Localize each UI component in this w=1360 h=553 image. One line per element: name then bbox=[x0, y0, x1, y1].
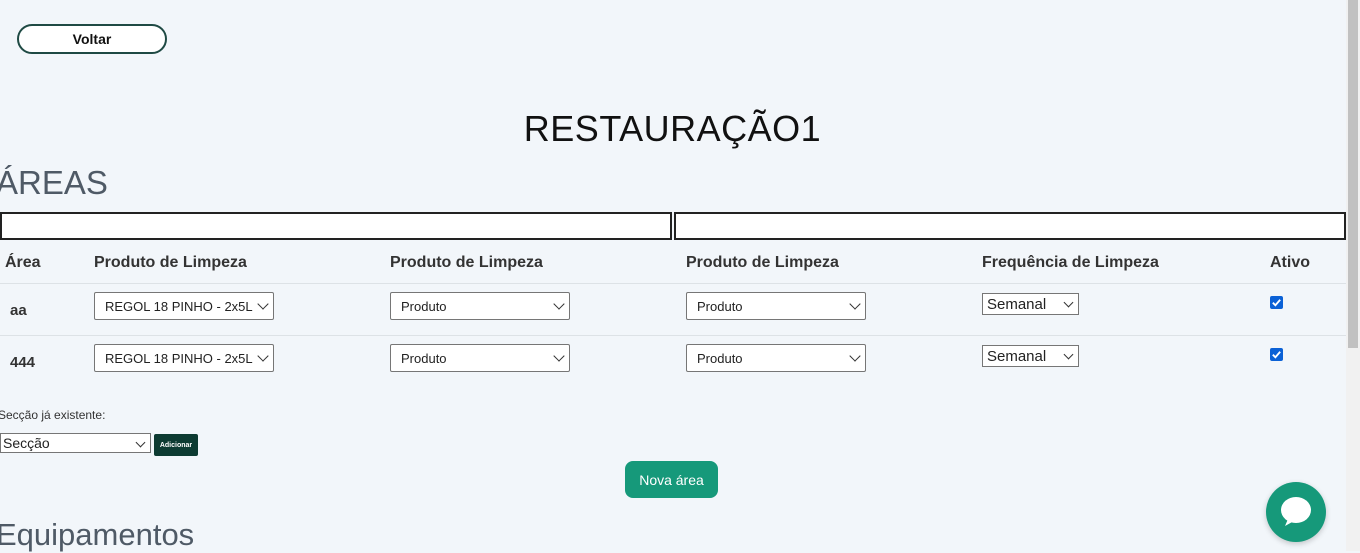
ativo-checkbox[interactable] bbox=[1270, 348, 1283, 361]
existing-section-label: Secção já existente: bbox=[0, 408, 106, 422]
section-select[interactable]: Secção bbox=[0, 433, 151, 453]
row-divider bbox=[0, 335, 1346, 336]
chat-bubble-icon bbox=[1281, 497, 1311, 526]
chevron-down-icon bbox=[553, 350, 565, 362]
header-ativo: Ativo bbox=[1270, 254, 1310, 271]
produto-select-1[interactable]: REGOL 18 PINHO - 2x5L bbox=[94, 292, 274, 320]
chevron-down-icon bbox=[135, 437, 146, 448]
checkmark-icon bbox=[1272, 299, 1281, 307]
row-divider bbox=[0, 283, 1346, 284]
produto-select-value: Produto bbox=[401, 350, 447, 366]
areas-tab-bar bbox=[0, 212, 1346, 240]
header-area: Área bbox=[5, 254, 41, 271]
produto-select-3[interactable]: Produto bbox=[686, 292, 866, 320]
produto-select-1[interactable]: REGOL 18 PINHO - 2x5L bbox=[94, 344, 274, 372]
tab-box-left[interactable] bbox=[0, 212, 672, 240]
frequencia-select[interactable]: Semanal bbox=[982, 293, 1079, 315]
areas-title: ÁREAS bbox=[0, 164, 108, 201]
produto-select-value: REGOL 18 PINHO - 2x5L bbox=[105, 350, 253, 366]
header-produto-2: Produto de Limpeza bbox=[390, 254, 543, 271]
produto-select-value: Produto bbox=[401, 298, 447, 314]
frequencia-select-value: Semanal bbox=[987, 347, 1047, 365]
produto-select-2[interactable]: Produto bbox=[390, 292, 570, 320]
header-produto-3: Produto de Limpeza bbox=[686, 254, 839, 271]
chevron-down-icon bbox=[257, 298, 269, 310]
produto-select-3[interactable]: Produto bbox=[686, 344, 866, 372]
produto-select-value: Produto bbox=[697, 298, 743, 314]
chevron-down-icon bbox=[257, 350, 269, 362]
frequencia-select-value: Semanal bbox=[987, 295, 1047, 313]
area-name-cell: 444 bbox=[10, 354, 36, 371]
checkmark-icon bbox=[1272, 351, 1281, 359]
section-select-value: Secção bbox=[3, 435, 50, 451]
produto-select-value: Produto bbox=[697, 350, 743, 366]
header-frequencia: Frequência de Limpeza bbox=[982, 254, 1159, 271]
chevron-down-icon bbox=[849, 350, 861, 362]
new-area-button[interactable]: Nova área bbox=[625, 461, 718, 498]
chevron-down-icon bbox=[1063, 297, 1074, 308]
header-produto-1: Produto de Limpeza bbox=[94, 254, 247, 271]
chevron-down-icon bbox=[849, 298, 861, 310]
chevron-down-icon bbox=[1063, 349, 1074, 360]
add-section-button[interactable]: Adicionar bbox=[154, 434, 198, 456]
tab-box-right[interactable] bbox=[674, 212, 1346, 240]
scrollbar-thumb[interactable] bbox=[1348, 0, 1358, 348]
chevron-down-icon bbox=[553, 298, 565, 310]
ativo-checkbox[interactable] bbox=[1270, 296, 1283, 309]
equipment-title: Equipamentos bbox=[0, 517, 195, 552]
area-name-cell: aa bbox=[10, 302, 27, 319]
produto-select-2[interactable]: Produto bbox=[390, 344, 570, 372]
page-title: RESTAURAÇÃO1 bbox=[523, 108, 822, 149]
back-button[interactable]: Voltar bbox=[17, 24, 167, 54]
produto-select-value: REGOL 18 PINHO - 2x5L bbox=[105, 298, 253, 314]
scrollbar-track[interactable] bbox=[1346, 0, 1360, 551]
chat-button[interactable] bbox=[1266, 482, 1326, 542]
frequencia-select[interactable]: Semanal bbox=[982, 345, 1079, 367]
